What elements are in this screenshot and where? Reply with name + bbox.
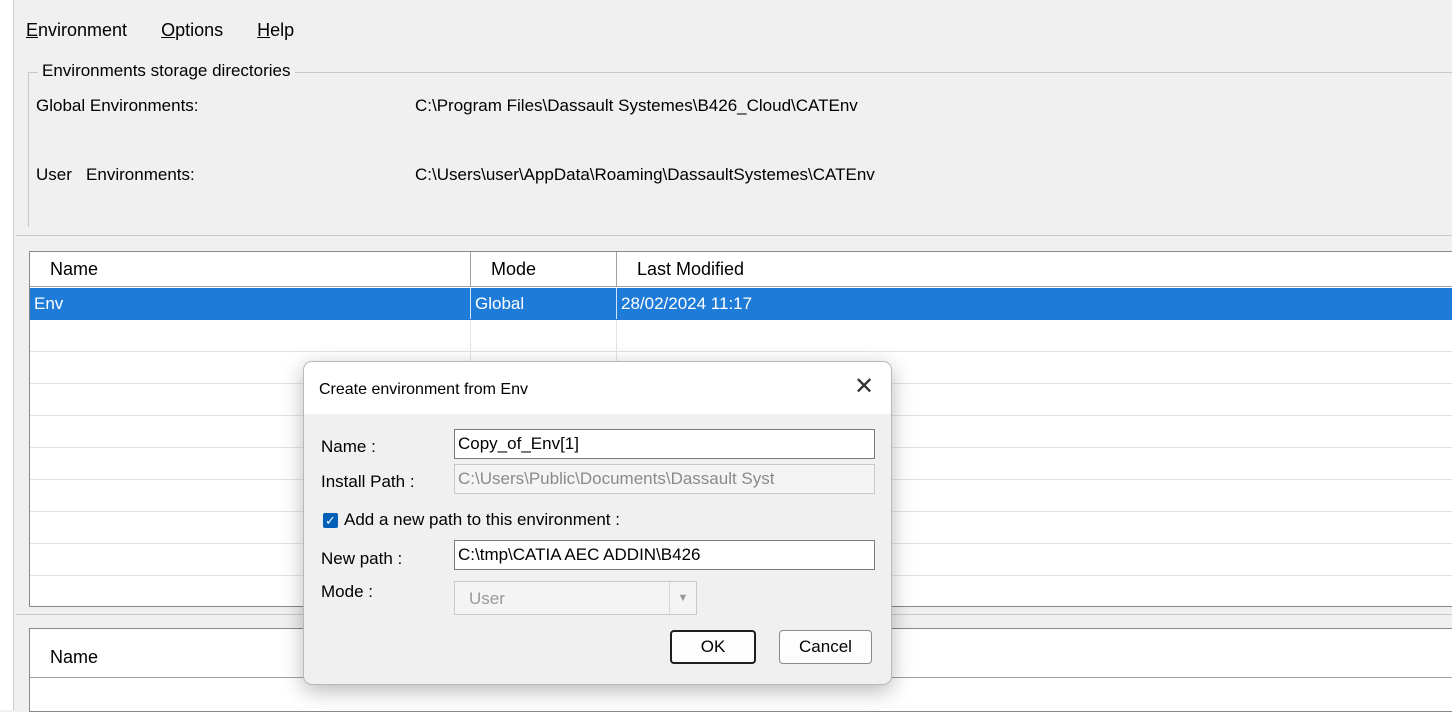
dialog-titlebar[interactable]: Create environment from Env ✕: [304, 362, 891, 414]
environment-list-header: Name Mode Last Modified: [30, 252, 1452, 287]
storage-groupbox-title: Environments storage directories: [38, 61, 295, 81]
column-header-name[interactable]: Name: [30, 252, 471, 286]
global-environments-path: C:\Program Files\Dassault Systemes\B426_…: [415, 96, 858, 115]
chevron-down-icon: ▼: [669, 582, 696, 614]
menu-options[interactable]: Options: [161, 20, 223, 46]
window-left-edge: [0, 0, 14, 710]
cell-last-modified: 28/02/2024 11:17: [621, 294, 753, 313]
install-path-label: Install Path :: [321, 472, 415, 491]
check-icon[interactable]: ✓: [323, 512, 338, 528]
cell-mode: Global: [471, 288, 617, 319]
ok-button[interactable]: OK: [670, 630, 756, 664]
cancel-button[interactable]: Cancel: [779, 630, 872, 664]
mode-select: User ▼: [454, 581, 697, 615]
new-path-input[interactable]: C:\tmp\CATIA AEC ADDIN\B426: [454, 540, 875, 570]
add-path-checkbox-row[interactable]: ✓ Add a new path to this environment :: [323, 510, 620, 530]
dialog-title: Create environment from Env: [319, 381, 528, 398]
user-environments-label: User Environments:: [36, 165, 195, 184]
column-header-last-modified[interactable]: Last Modified: [617, 252, 1452, 286]
mode-select-value: User: [469, 589, 505, 608]
user-environments-path: C:\Users\user\AppData\Roaming\DassaultSy…: [415, 165, 875, 184]
name-label: Name :: [321, 437, 376, 456]
create-environment-dialog: Create environment from Env ✕ Name : Cop…: [303, 361, 892, 685]
close-icon[interactable]: ✕: [849, 372, 879, 402]
table-row[interactable]: Env Global 28/02/2024 11:17: [30, 288, 1452, 320]
mode-label: Mode :: [321, 582, 373, 601]
cell-name: Env: [30, 288, 471, 319]
column-header-mode[interactable]: Mode: [471, 252, 617, 286]
empty-row: [30, 320, 1452, 352]
menu-environment[interactable]: Environment: [26, 20, 127, 46]
new-path-label: New path :: [321, 549, 403, 568]
global-environments-label: Global Environments:: [36, 96, 199, 115]
divider: [16, 235, 1452, 236]
install-path-input: C:\Users\Public\Documents\Dassault Syst: [454, 464, 875, 494]
add-path-checkbox-label: Add a new path to this environment :: [344, 510, 620, 529]
name-input[interactable]: Copy_of_Env[1]: [454, 429, 875, 459]
menu-help[interactable]: Help: [257, 20, 294, 46]
menu-bar: Environment Options Help: [26, 20, 328, 46]
